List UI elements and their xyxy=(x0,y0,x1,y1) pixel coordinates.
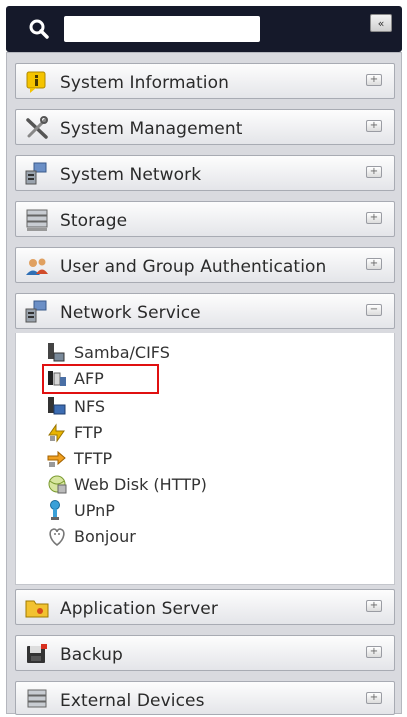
afp-highlight-box xyxy=(42,364,159,394)
submenu-item-bonjour[interactable]: Bonjour xyxy=(46,525,246,547)
category-label: External Devices xyxy=(60,691,205,711)
category-label: Network Service xyxy=(60,303,201,323)
expand-toggle[interactable]: + xyxy=(366,646,382,658)
submenu-label: FTP xyxy=(74,423,103,442)
info-icon xyxy=(26,71,46,93)
category-backup[interactable]: Backup + xyxy=(15,635,395,671)
users-icon xyxy=(26,258,48,275)
external-devices-icon xyxy=(27,689,47,708)
category-system-information[interactable]: System Information + xyxy=(15,63,395,99)
category-system-management[interactable]: System Management + xyxy=(15,109,395,145)
category-system-network[interactable]: System Network + xyxy=(15,155,395,191)
category-external-devices[interactable]: External Devices + xyxy=(15,681,395,715)
bonjour-icon xyxy=(49,528,65,547)
search-icon[interactable] xyxy=(28,18,50,40)
samba-icon xyxy=(48,343,65,362)
submenu-label: NFS xyxy=(74,397,106,416)
submenu-item-web-disk[interactable]: Web Disk (HTTP) xyxy=(46,473,246,495)
network-icon xyxy=(25,162,47,185)
expand-toggle[interactable]: + xyxy=(366,258,382,270)
category-network-service[interactable]: Network Service − xyxy=(15,293,395,329)
category-label: Backup xyxy=(60,645,123,665)
expand-toggle[interactable]: + xyxy=(366,120,382,132)
storage-icon xyxy=(26,209,48,231)
tools-icon xyxy=(26,116,48,139)
expand-toggle[interactable]: + xyxy=(366,212,382,224)
expand-toggle[interactable]: + xyxy=(366,600,382,612)
category-label: User and Group Authentication xyxy=(60,257,327,277)
category-label: System Information xyxy=(60,73,230,93)
submenu-label: TFTP xyxy=(74,449,113,468)
submenu-item-ftp[interactable]: FTP xyxy=(46,421,246,443)
navigation-panel: System Information + System Management +… xyxy=(6,52,402,715)
expand-toggle[interactable]: + xyxy=(366,74,382,86)
expand-toggle[interactable]: + xyxy=(366,166,382,178)
submenu-item-nfs[interactable]: NFS xyxy=(46,395,246,417)
category-application-server[interactable]: Application Server + xyxy=(15,589,395,625)
nfs-icon xyxy=(48,397,66,415)
submenu-item-samba-cifs[interactable]: Samba/CIFS xyxy=(46,341,246,363)
submenu-label: Web Disk (HTTP) xyxy=(74,475,207,494)
upnp-icon xyxy=(50,500,60,520)
network-service-icon xyxy=(25,300,47,323)
network-service-submenu: Samba/CIFS AFP NFS FTP TFTP Web Disk (HT… xyxy=(15,333,395,585)
search-input[interactable] xyxy=(64,16,260,42)
expand-toggle[interactable]: + xyxy=(366,692,382,704)
category-label: Storage xyxy=(60,211,128,231)
folder-icon xyxy=(25,600,49,618)
submenu-label: Bonjour xyxy=(74,527,136,546)
tftp-icon xyxy=(47,450,66,467)
category-user-group-authentication[interactable]: User and Group Authentication + xyxy=(15,247,395,283)
top-search-bar: « xyxy=(6,6,402,52)
collapse-sidebar-button[interactable]: « xyxy=(370,14,392,32)
submenu-item-tftp[interactable]: TFTP xyxy=(46,447,246,469)
category-label: System Management xyxy=(60,119,243,139)
collapse-toggle[interactable]: − xyxy=(366,304,382,316)
category-label: System Network xyxy=(60,165,202,185)
ftp-icon xyxy=(48,423,65,443)
submenu-label: Samba/CIFS xyxy=(74,343,170,362)
backup-icon xyxy=(27,644,47,663)
submenu-label: UPnP xyxy=(74,501,115,520)
submenu-item-upnp[interactable]: UPnP xyxy=(46,499,246,521)
web-disk-icon xyxy=(48,475,67,494)
category-storage[interactable]: Storage + xyxy=(15,201,395,237)
category-label: Application Server xyxy=(60,599,218,619)
